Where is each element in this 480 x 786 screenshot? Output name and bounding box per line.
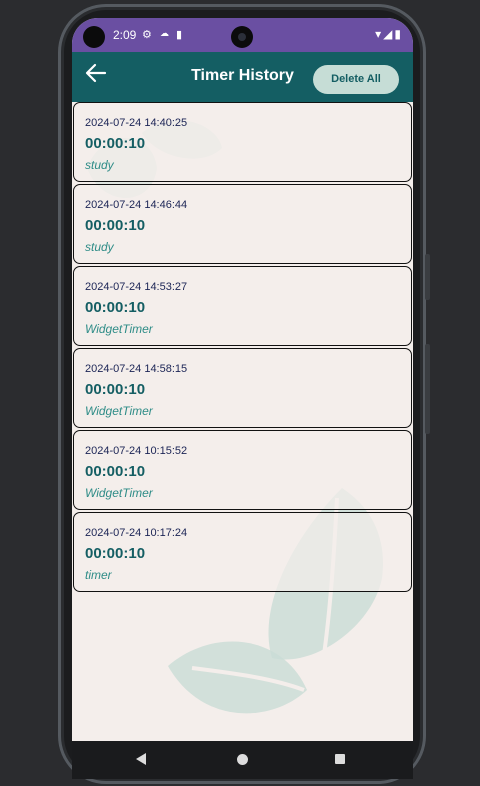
- entry-duration: 00:00:10: [85, 381, 146, 398]
- status-right-icons: ▾◢▮: [375, 27, 403, 41]
- power-button: [425, 344, 430, 434]
- signal-icon: ◢: [383, 27, 395, 41]
- entry-label: study: [85, 158, 114, 172]
- app-screen: 2:09 ⚙ ☁ ▮ ▾◢▮ Timer History Delete All …: [72, 18, 413, 741]
- timer-history-list: 2024-07-24 14:40:25 00:00:10 study 2024-…: [73, 102, 412, 594]
- history-card[interactable]: 2024-07-24 10:15:52 00:00:10 WidgetTimer: [73, 430, 412, 510]
- history-card[interactable]: 2024-07-24 14:46:44 00:00:10 study: [73, 184, 412, 264]
- entry-label: WidgetTimer: [85, 404, 153, 418]
- entry-label: WidgetTimer: [85, 322, 153, 336]
- entry-timestamp: 2024-07-24 14:40:25: [85, 117, 188, 129]
- entry-timestamp: 2024-07-24 14:53:27: [85, 281, 188, 293]
- entry-timestamp: 2024-07-24 10:15:52: [85, 445, 188, 457]
- entry-duration: 00:00:10: [85, 135, 146, 152]
- history-card[interactable]: 2024-07-24 14:58:15 00:00:10 WidgetTimer: [73, 348, 412, 428]
- front-camera: [231, 26, 253, 48]
- cloud-icon: ☁: [160, 28, 169, 38]
- entry-timestamp: 2024-07-24 14:58:15: [85, 363, 188, 375]
- camera-hole-left: [83, 26, 105, 48]
- entry-duration: 00:00:10: [85, 545, 146, 562]
- nav-home-icon[interactable]: [237, 754, 248, 765]
- entry-timestamp: 2024-07-24 14:46:44: [85, 199, 188, 211]
- history-card[interactable]: 2024-07-24 10:17:24 00:00:10 timer: [73, 512, 412, 592]
- wifi-icon: ▾: [375, 27, 384, 41]
- sim-card-icon: ▮: [176, 29, 183, 41]
- entry-duration: 00:00:10: [85, 299, 146, 316]
- system-navigation-bar: [72, 741, 413, 779]
- entry-label: WidgetTimer: [85, 486, 153, 500]
- app-bar: Timer History Delete All: [72, 52, 413, 102]
- entry-duration: 00:00:10: [85, 217, 146, 234]
- history-card[interactable]: 2024-07-24 14:53:27 00:00:10 WidgetTimer: [73, 266, 412, 346]
- nav-recents-icon[interactable]: [335, 754, 345, 764]
- entry-duration: 00:00:10: [85, 463, 146, 480]
- entry-timestamp: 2024-07-24 10:17:24: [85, 527, 188, 539]
- status-bar: 2:09 ⚙ ☁ ▮ ▾◢▮: [72, 18, 413, 52]
- settings-icon: ⚙: [142, 29, 152, 41]
- delete-all-button[interactable]: Delete All: [313, 65, 399, 94]
- history-card[interactable]: 2024-07-24 14:40:25 00:00:10 study: [73, 102, 412, 182]
- entry-label: study: [85, 240, 114, 254]
- entry-label: timer: [85, 568, 112, 582]
- status-time: 2:09: [113, 28, 137, 42]
- battery-icon: ▮: [394, 27, 403, 41]
- volume-button: [425, 254, 430, 300]
- nav-back-icon[interactable]: [136, 753, 146, 765]
